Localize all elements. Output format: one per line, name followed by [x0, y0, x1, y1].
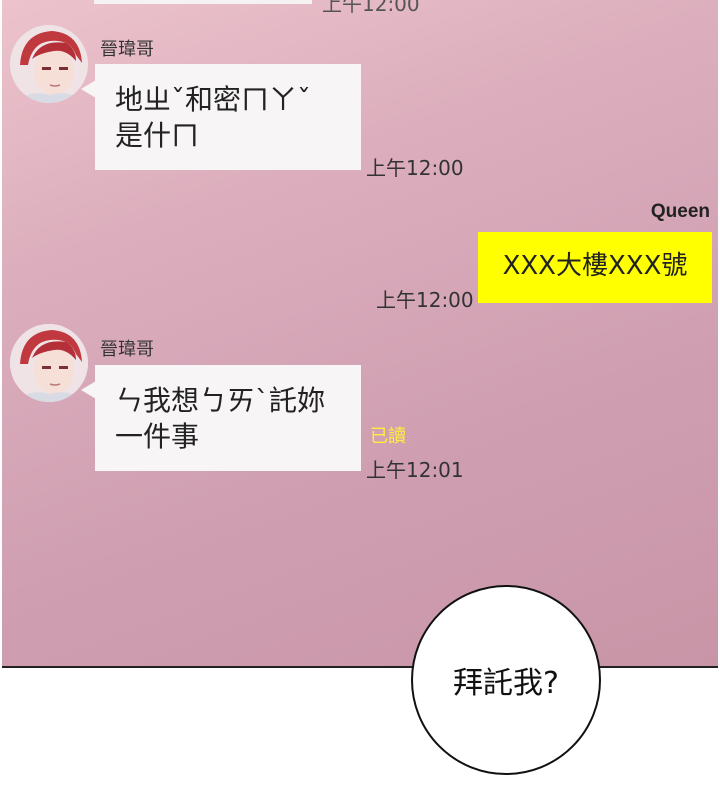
sender-avatar[interactable] [10, 324, 88, 402]
incoming-message-bubble[interactable]: 地ㄓˇ和密ㄇㄚˇ 是什ㄇ [81, 64, 361, 170]
sender-avatar[interactable] [10, 25, 88, 103]
message-text-line: 一件事 [115, 420, 200, 453]
read-receipt: 已讀 [370, 426, 406, 447]
previous-message-time: 上午12:00 [322, 0, 420, 16]
sender-name: 晉瑋哥 [100, 339, 154, 360]
speech-text: 拜託我? [453, 666, 559, 701]
message-time: 上午12:00 [376, 288, 474, 312]
avatar-portrait-icon [10, 25, 88, 103]
message-text: XXX大樓XXX號 [502, 251, 688, 281]
avatar-portrait-icon [10, 324, 88, 402]
outgoing-message-bubble[interactable]: XXX大樓XXX號 [478, 232, 712, 303]
message-text-line: 是什ㄇ [115, 119, 200, 152]
message-time: 上午12:00 [366, 156, 464, 180]
previous-message-bubble-edge [94, 0, 312, 4]
incoming-message-bubble[interactable]: ㄣ我想ㄅㄞˋ託妳 一件事 [81, 365, 361, 471]
chat-screen[interactable]: 上午12:00 晉瑋哥 地ㄓˇ和密ㄇㄚˇ 是什ㄇ 上午12:00 Queen X… [2, 0, 718, 668]
sender-name: 晉瑋哥 [100, 39, 154, 60]
message-text-line: 地ㄓˇ和密ㄇㄚˇ [115, 83, 312, 116]
message-time: 上午12:01 [366, 458, 464, 482]
comic-panel-page: 上午12:00 晉瑋哥 地ㄓˇ和密ㄇㄚˇ 是什ㄇ 上午12:00 Queen X… [0, 0, 720, 800]
message-text-line: ㄣ我想ㄅㄞˋ託妳 [115, 384, 326, 417]
speech-balloon: 拜託我? [411, 585, 601, 775]
sender-name: Queen [650, 201, 710, 222]
